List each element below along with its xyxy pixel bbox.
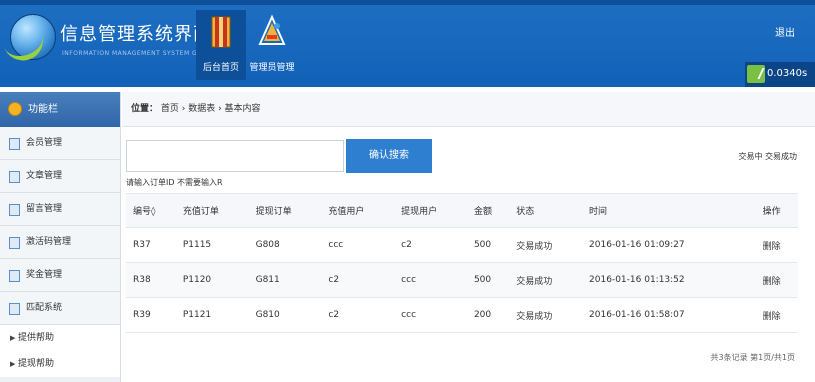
document-icon	[9, 138, 20, 150]
cell-id: R39	[126, 297, 176, 333]
cell-withdraw-order: G810	[248, 297, 322, 333]
cell-status: 交易成功	[509, 227, 583, 263]
header-top-strip	[0, 0, 815, 5]
book-icon	[211, 16, 231, 48]
triangle-right-icon: ▶	[10, 334, 16, 342]
sidebar-subitem-provide-help[interactable]: ▶ 提供帮助	[0, 325, 120, 351]
breadcrumb-path: 首页 › 数据表 › 基本内容	[160, 104, 261, 114]
document-icon	[9, 303, 20, 315]
cell-recharge-order: P1121	[175, 297, 249, 333]
coin-icon	[8, 102, 22, 116]
cell-recharge-user: c2	[321, 297, 395, 333]
sidebar-header: 功能栏	[0, 92, 120, 127]
cell-withdraw-order: G811	[248, 262, 322, 298]
admin-icon	[258, 14, 286, 45]
col-header-withdraw-order: 提现订单	[248, 193, 322, 228]
page-timer: 0.0340s	[745, 62, 815, 87]
header-bar: 信息管理系统界面 INFORMATION MANAGEMENT SYSTEM G…	[0, 0, 815, 87]
table-row: R37 P1115 G808 ccc c2 500 交易成功 2016-01-1…	[126, 227, 798, 263]
transactions-table: 编号◊ 充值订单 提现订单 充值用户 提现用户 金额 状态 时间 操作 R37 …	[126, 193, 798, 333]
document-icon	[9, 270, 20, 282]
sidebar-item-label: 奖金管理	[26, 270, 63, 280]
timer-value: 0.0340s	[767, 68, 808, 79]
col-header-amount: 金额	[466, 193, 510, 228]
search-hint: 请输入订单ID 不需要输入R	[126, 178, 223, 187]
logout-link[interactable]: 退出	[775, 24, 795, 39]
pagination-info: 共3条记录 第1页/共1页	[710, 353, 795, 362]
cell-withdraw-user: c2	[394, 227, 467, 263]
sidebar-item-label: 匹配系统	[26, 303, 63, 313]
cell-id: R37	[126, 227, 176, 263]
cell-time: 2016-01-16 01:13:52	[582, 262, 756, 298]
col-header-recharge-user: 充值用户	[321, 193, 395, 228]
document-icon	[9, 237, 20, 249]
app-subtitle: INFORMATION MANAGEMENT SYSTEM GUI	[62, 50, 205, 57]
sidebar-title: 功能栏	[28, 104, 58, 115]
cell-recharge-order: P1120	[175, 262, 249, 298]
sidebar: 功能栏 会员管理 文章管理 留言管理 激活码管理 奖金管理 匹配系统 ▶ 提供帮	[0, 92, 121, 382]
cell-amount: 200	[466, 297, 510, 333]
sidebar-item-label: 会员管理	[26, 138, 63, 148]
tab-admin[interactable]: 管理员管理	[247, 10, 297, 80]
edit-icon	[9, 171, 20, 183]
sidebar-item-label: 激活码管理	[26, 237, 72, 247]
table-row: R38 P1120 G811 c2 ccc 500 交易成功 2016-01-1…	[126, 262, 798, 298]
triangle-right-icon: ▶	[10, 360, 16, 368]
col-header-action: 操作	[755, 193, 798, 228]
sidebar-item-label: 文章管理	[26, 171, 63, 181]
tab-admin-label: 管理员管理	[249, 63, 295, 73]
edit-icon	[9, 204, 20, 216]
app-window: 信息管理系统界面 INFORMATION MANAGEMENT SYSTEM G…	[0, 0, 815, 382]
search-button[interactable]: 确认搜索	[346, 139, 432, 173]
cell-recharge-user: ccc	[321, 227, 395, 263]
cell-amount: 500	[466, 262, 510, 298]
sidebar-item-articles[interactable]: 文章管理	[0, 160, 120, 193]
breadcrumb-prefix: 位置：	[131, 104, 159, 114]
delete-link[interactable]: 删除	[755, 297, 798, 333]
sidebar-subitem-label: 提供帮助	[18, 333, 55, 343]
table-header-row: 编号◊ 充值订单 提现订单 充值用户 提现用户 金额 状态 时间 操作	[126, 193, 798, 228]
sidebar-item-activation-codes[interactable]: 激活码管理	[0, 226, 120, 259]
cell-withdraw-user: ccc	[394, 262, 467, 298]
sidebar-item-messages[interactable]: 留言管理	[0, 193, 120, 226]
cell-recharge-order: P1115	[175, 227, 249, 263]
cell-status: 交易成功	[509, 297, 583, 333]
main-content: 位置： 首页 › 数据表 › 基本内容 确认搜索 请输入订单ID 不需要输入R …	[122, 92, 815, 382]
sidebar-item-matching[interactable]: 匹配系统	[0, 292, 120, 325]
sidebar-item-label: 留言管理	[26, 204, 63, 214]
cell-withdraw-order: G808	[248, 227, 322, 263]
app-title: 信息管理系统界面	[60, 24, 212, 45]
delete-link[interactable]: 删除	[755, 227, 798, 263]
delete-link[interactable]: 删除	[755, 262, 798, 298]
sidebar-item-bonus[interactable]: 奖金管理	[0, 259, 120, 292]
cell-recharge-user: c2	[321, 262, 395, 298]
col-header-id[interactable]: 编号◊	[126, 193, 176, 228]
col-header-withdraw-user: 提现用户	[394, 193, 467, 228]
breadcrumb: 位置： 首页 › 数据表 › 基本内容	[122, 92, 815, 127]
cell-time: 2016-01-16 01:58:07	[582, 297, 756, 333]
sidebar-subitem-withdraw-help[interactable]: ▶ 提现帮助	[0, 351, 120, 377]
cell-status: 交易成功	[509, 262, 583, 298]
tab-home[interactable]: 后台首页	[196, 10, 246, 80]
order-search-input[interactable]	[126, 140, 344, 172]
col-header-status: 状态	[509, 193, 583, 228]
cell-amount: 500	[466, 227, 510, 263]
speed-icon	[747, 65, 765, 83]
cell-time: 2016-01-16 01:09:27	[582, 227, 756, 263]
status-filter-links[interactable]: 交易中 交易成功	[738, 151, 797, 162]
sidebar-subitem-label: 提现帮助	[18, 359, 55, 369]
col-header-recharge-order: 充值订单	[175, 193, 249, 228]
col-header-time: 时间	[582, 193, 756, 228]
tab-home-label: 后台首页	[202, 63, 239, 73]
table-row: R39 P1121 G810 c2 ccc 200 交易成功 2016-01-1…	[126, 297, 798, 333]
cell-withdraw-user: ccc	[394, 297, 467, 333]
sidebar-item-members[interactable]: 会员管理	[0, 127, 120, 160]
cell-id: R38	[126, 262, 176, 298]
